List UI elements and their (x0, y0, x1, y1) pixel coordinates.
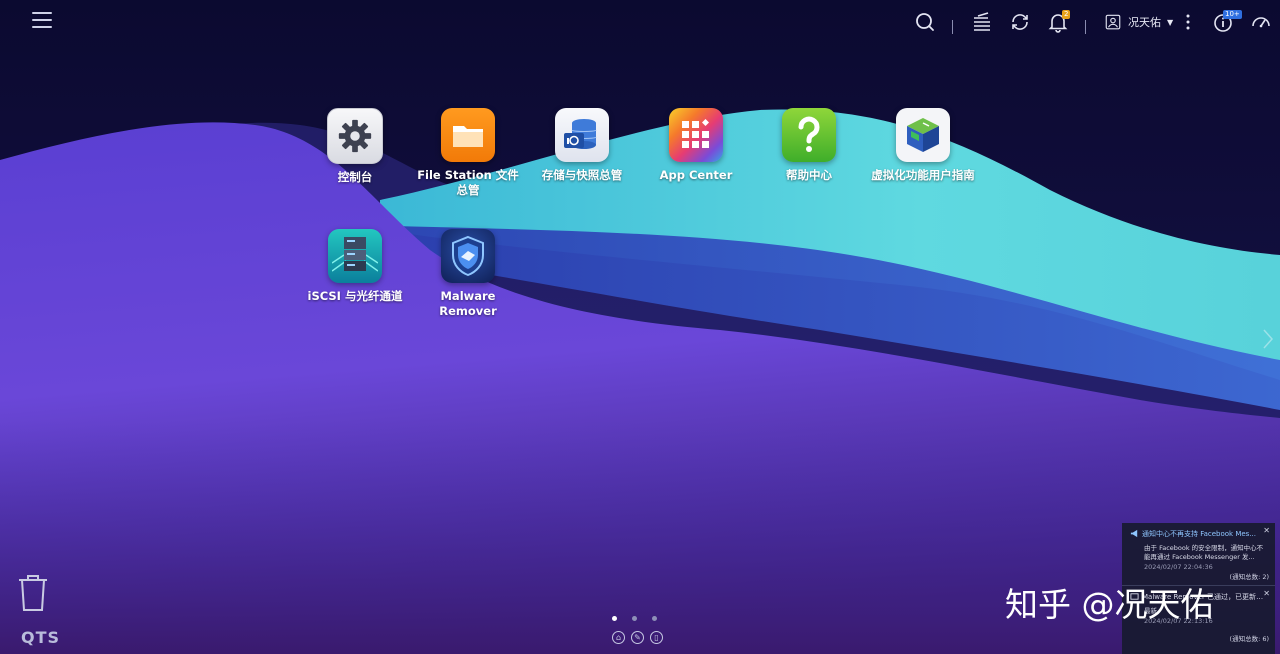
app-app-center[interactable]: App Center (640, 108, 752, 183)
question-mark-icon (782, 108, 836, 162)
notification-count: (通知总数: 2) (1229, 573, 1269, 581)
folder-icon (441, 108, 495, 162)
app-switcher-icon[interactable]: ▯ (650, 631, 663, 644)
hamburger-menu-icon[interactable] (32, 12, 52, 32)
desktop-wallpaper (0, 0, 1280, 654)
top-bar: 2 况天佑 ▼ 10+ (0, 0, 1280, 44)
app-label: 帮助中心 (786, 168, 832, 182)
quick-settings-icon[interactable]: ✎ (631, 631, 644, 644)
search-icon[interactable] (913, 10, 937, 34)
close-icon[interactable]: ✕ (1263, 526, 1270, 535)
gear-icon (327, 108, 383, 164)
app-label: App Center (659, 168, 733, 182)
notification-time: 2024/02/07 22:04:36 (1144, 563, 1213, 571)
caret-down-icon: ▼ (1167, 17, 1174, 27)
iscsi-server-icon (328, 229, 382, 283)
notification-item[interactable]: 通知中心不再支持 Facebook Mes... ✕ 由于 Facebook 的… (1122, 523, 1275, 585)
notification-title: 通知中心不再支持 Facebook Mes... (1130, 529, 1267, 539)
chevron-right-icon[interactable] (1262, 328, 1274, 350)
dashboard-gauge-icon[interactable] (1249, 10, 1273, 34)
app-label: 虚拟化功能用户指南 (871, 168, 975, 182)
bottom-dock: ⌂ ✎ ▯ (612, 631, 663, 644)
app-virtualization-guide[interactable]: 虚拟化功能用户指南 (867, 108, 979, 183)
user-name: 况天佑 (1128, 16, 1161, 29)
qts-logo: QTS (21, 628, 61, 647)
app-control-panel[interactable]: 控制台 (299, 108, 411, 185)
app-storage-snapshots[interactable]: 存储与快照总管 (526, 108, 638, 183)
app-label: Malware Remover (439, 289, 497, 318)
app-file-station[interactable]: File Station 文件总管 (412, 108, 524, 198)
app-help-center[interactable]: 帮助中心 (753, 108, 865, 183)
user-avatar-icon (1105, 14, 1121, 30)
storage-snapshot-icon (555, 108, 609, 162)
app-label: File Station 文件总管 (417, 168, 519, 197)
app-label: iSCSI 与光纤通道 (307, 289, 403, 303)
user-menu[interactable]: 况天佑 ▼ (1104, 12, 1173, 32)
page-dot-2[interactable] (632, 616, 637, 621)
app-iscsi-fc[interactable]: iSCSI 与光纤通道 (299, 229, 411, 304)
app-malware-remover[interactable]: Malware Remover (412, 229, 524, 319)
close-icon[interactable]: ✕ (1263, 589, 1270, 598)
toolbar-divider (952, 20, 953, 34)
megaphone-icon (1130, 529, 1138, 538)
malware-shield-icon (441, 229, 495, 283)
more-options-icon[interactable] (1176, 10, 1200, 34)
background-tasks-icon[interactable] (970, 10, 994, 34)
sync-icon[interactable] (1008, 10, 1032, 34)
trash-icon[interactable] (16, 572, 50, 616)
app-label: 控制台 (337, 170, 373, 184)
notification-badge: 2 (1062, 10, 1071, 19)
page-indicator (612, 616, 657, 621)
show-desktop-icon[interactable]: ⌂ (612, 631, 625, 644)
system-info-badge: 10+ (1223, 10, 1242, 19)
page-dot-3[interactable] (652, 616, 657, 621)
app-center-icon (669, 108, 723, 162)
toolbar-divider (1085, 20, 1086, 34)
notification-count: (通知总数: 6) (1229, 635, 1269, 643)
app-label: 存储与快照总管 (541, 168, 623, 182)
watermark-text: 知乎 @况天佑 (1005, 585, 1214, 624)
page-dot-1[interactable] (612, 616, 617, 621)
virtualization-cube-icon (896, 108, 950, 162)
notification-body: 由于 Facebook 的安全限制，通知中心不能再通过 Facebook Mes… (1144, 544, 1264, 561)
